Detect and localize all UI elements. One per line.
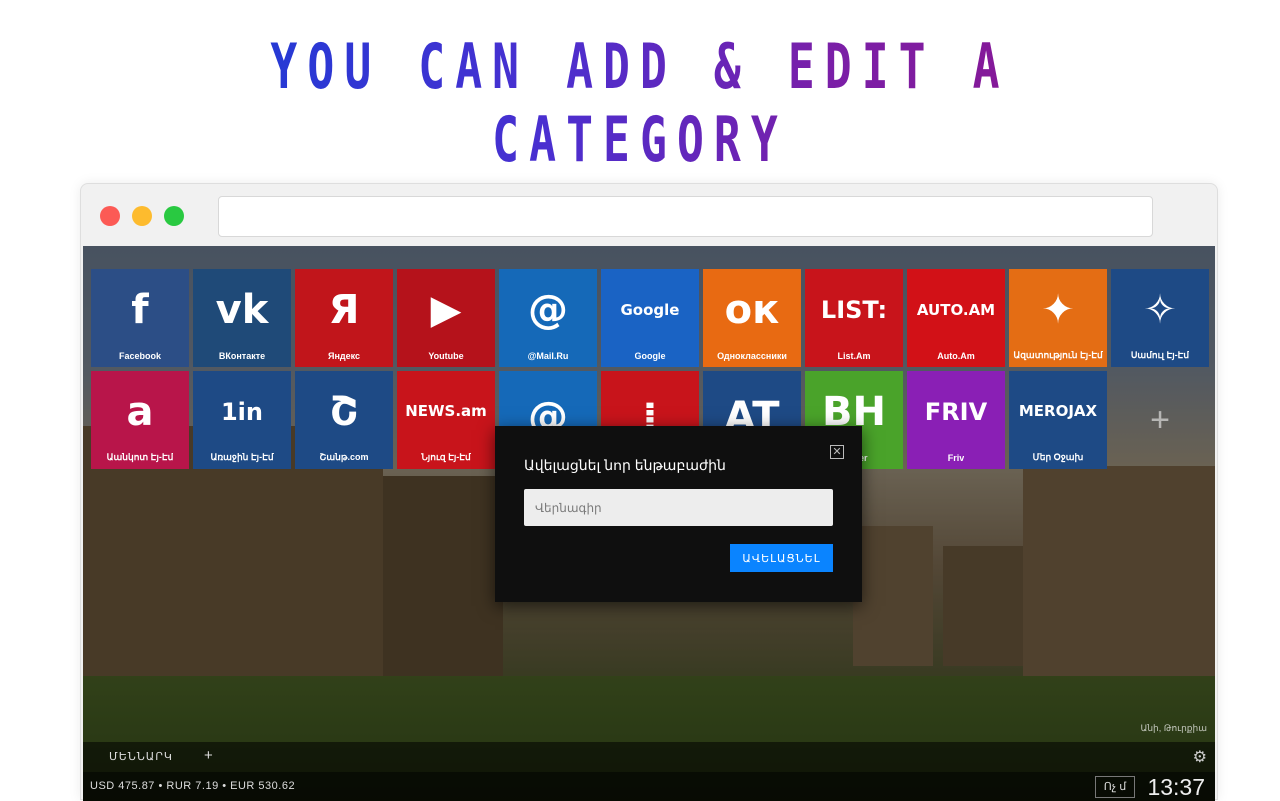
tile-label: Facebook [118,351,161,361]
tile-logo-icon: AUTO.AM [916,300,996,319]
speed-dial-tile[interactable]: MEROJAX Մեր Օջախ [1009,371,1107,469]
add-button[interactable]: ԱՎԵԼԱՑՆԵԼ [730,544,833,572]
tile-logo-icon: FRIV [924,398,988,426]
speed-dial-tile[interactable]: a Աանկոտ Էյ-Էմ [91,371,189,469]
tile-label: Friv [947,453,965,463]
status-bar: USD 475.87 • RUR 7.19 • EUR 530.62 Ոչ մ … [83,772,1215,801]
tile-label: Շանթ.com [319,452,369,462]
tile-label: Одноклассники [717,351,787,361]
speed-dial-tile[interactable]: ✦ Ազատություն Էյ-Էմ [1009,269,1107,367]
minimize-window-dot[interactable] [132,206,152,226]
tile-logo-icon: Շ [329,388,359,435]
close-icon[interactable]: ✕ [830,445,844,459]
speed-dial-tile[interactable]: ок Одноклассники [703,269,801,367]
tile-label: Google [634,351,666,361]
speed-dial-tile[interactable]: AUTO.AM Auto.Am [907,269,1005,367]
tile-logo-icon: Google [620,300,680,319]
tile-label: Աանկոտ Էյ-Էմ [106,452,174,462]
tile-logo-icon: f [131,287,149,333]
headline: YOU CAN ADD & EDIT A CATEGORY [179,30,1101,176]
maximize-window-dot[interactable] [164,206,184,226]
address-bar[interactable] [218,196,1153,237]
tile-logo-icon: ✧ [1143,286,1177,333]
tile-label: Մեր Օջախ [1032,452,1084,462]
speed-dial-tile[interactable]: NEWS.am Նյուզ Էյ-Էմ [397,371,495,469]
tile-logo-icon: MEROJAX [1018,402,1098,420]
tile-label: Նյուզ Էյ-Էմ [421,452,471,462]
browser-window: + f Facebook vk ВКонтакте Я Яндекс ▶ Youtube @ @M… [80,183,1218,801]
tile-label: Առաջին Էյ-Էմ [210,452,274,462]
tile-label: Auto.Am [937,351,975,361]
add-category-button[interactable]: + [204,747,213,764]
tile-label: List.Am [837,351,871,361]
tile-logo-icon: a [126,388,154,435]
add-tile-button[interactable]: + [1111,371,1209,469]
currency-rates: USD 475.87 • RUR 7.19 • EUR 530.62 [90,780,296,792]
speed-dial-tile[interactable]: f Facebook [91,269,189,367]
tile-logo-icon: LIST: [820,296,888,324]
category-title-input[interactable] [524,489,833,526]
speed-dial-tile[interactable]: vk ВКонтакте [193,269,291,367]
tile-label: Սամուլ Էյ-Էմ [1130,350,1190,360]
weather-widget[interactable]: Ոչ մ [1095,776,1135,798]
speed-dial-tile[interactable]: FRIV Friv [907,371,1005,469]
tile-logo-icon: ▶ [430,287,462,333]
speed-dial-tile[interactable]: ▶ Youtube [397,269,495,367]
tile-label: Ազատություն Էյ-Էմ [1013,350,1103,360]
tile-logo-icon: vk [215,287,269,333]
speed-dial-tile[interactable]: 1in Առաջին Էյ-Էմ [193,371,291,469]
new-tab-page: + f Facebook vk ВКонтакте Я Яндекс ▶ Youtube @ @M… [83,246,1215,801]
add-category-modal: Ավելացնել նոր ենթաբաժին ✕ ԱՎԵԼԱՑՆԵԼ [495,426,862,602]
speed-dial-tile[interactable]: LIST: List.Am [805,269,903,367]
tile-logo-icon: Я [328,287,360,333]
photo-caption: Անի, Թուրքիա [1140,723,1207,733]
speed-dial-tile[interactable]: ✧ Սամուլ Էյ-Էմ [1111,269,1209,367]
close-window-dot[interactable] [100,206,120,226]
speed-dial-tile[interactable]: @ @Mail.Ru [499,269,597,367]
speed-dial-tile[interactable]: Google Google [601,269,699,367]
tile-label: ВКонтакте [218,351,266,361]
tab-menu[interactable]: ՄԵՆՆԱՐԿ [109,750,173,763]
tile-logo-icon: ✦ [1041,286,1075,333]
tile-label: Youtube [428,351,464,361]
clock: 13:37 [1147,774,1205,800]
category-bar: ՄԵՆՆԱՐԿ + ⚙ [83,742,1215,772]
gear-icon[interactable]: ⚙ [1193,747,1207,767]
speed-dial-tile[interactable]: Շ Շանթ.com [295,371,393,469]
tile-label: Яндекс [327,351,360,361]
tile-logo-icon: @ [528,287,568,333]
tile-logo-icon: 1in [220,397,263,426]
tile-label: @Mail.Ru [527,351,569,361]
tile-logo-icon: NEWS.am [405,402,487,420]
tile-logo-icon: ок [724,287,780,333]
speed-dial-tile[interactable]: Я Яндекс [295,269,393,367]
modal-title: Ավելացնել նոր ենթաբաժին [524,457,726,473]
